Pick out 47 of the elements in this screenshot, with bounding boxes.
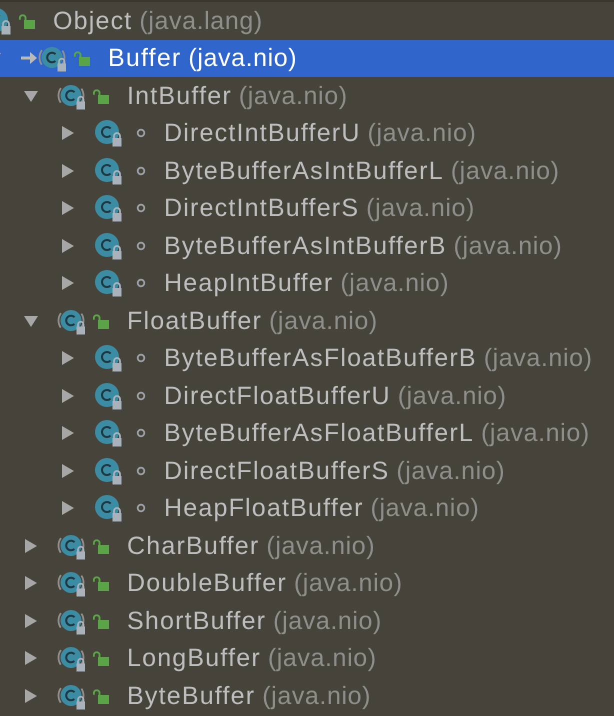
disclosure-triangle-icon[interactable] [60,162,76,179]
class-icon [94,194,124,222]
abstract-class-icon [57,569,87,598]
tree-item[interactable]: FloatBuffer (java.nio) [0,302,614,340]
tree-item[interactable]: ByteBufferAsIntBufferB (java.nio) [0,227,614,264]
tree-item[interactable]: HeapFloatBuffer (java.nio) [0,490,614,527]
tree-item[interactable]: ByteBufferAsFloatBufferL (java.nio) [0,414,614,452]
tree-item[interactable]: DirectIntBufferS (java.nio) [0,190,614,227]
abstract-class-icon [57,644,87,672]
class-icon [94,344,124,372]
disclosure-triangle-icon[interactable] [60,425,76,442]
tree-item[interactable]: DirectFloatBufferS (java.nio) [0,452,614,490]
disclosure-triangle-icon[interactable] [60,350,76,366]
tree-item[interactable]: DirectIntBufferU (java.nio) [0,114,614,152]
disclosure-triangle-icon[interactable] [23,575,39,592]
tree-item[interactable]: DoubleBuffer (java.nio) [0,564,614,602]
disclosure-triangle-icon[interactable] [23,688,39,704]
tree-item[interactable]: Buffer (java.nio) [0,40,614,77]
tree-item[interactable]: HeapIntBuffer (java.nio) [0,264,614,302]
class-icon [94,419,124,448]
disclosure-triangle-icon[interactable] [60,388,76,404]
tree-item[interactable]: Object (java.lang) [0,2,614,40]
tree-item[interactable]: ByteBufferAsFloatBufferB (java.nio) [0,340,614,377]
abstract-class-icon [38,44,68,72]
disclosure-triangle-icon[interactable] [23,612,39,629]
disclosure-triangle-icon[interactable] [23,538,39,554]
tree-item[interactable]: ByteBuffer (java.nio) [0,677,614,714]
tree-item[interactable]: CharBuffer (java.nio) [0,527,614,564]
tree-item[interactable]: ShortBuffer (java.nio) [0,602,614,640]
disclosure-triangle-icon[interactable] [60,238,76,254]
disclosure-triangle-icon[interactable] [23,650,39,666]
class-icon [94,269,124,298]
class-icon [94,232,124,260]
disclosure-triangle-icon[interactable] [60,125,76,142]
tree-item[interactable]: DirectFloatBufferU (java.nio) [0,377,614,414]
class-icon [94,119,124,148]
disclosure-triangle-icon[interactable] [60,275,76,292]
class-icon [94,382,124,410]
disclosure-triangle-icon[interactable] [60,200,76,216]
tree-item[interactable]: ByteBufferAsIntBufferL (java.nio) [0,152,614,190]
tree-item[interactable]: LongBuffer (java.nio) [0,640,614,677]
class-icon [94,156,124,185]
class-icon [94,456,124,485]
disclosure-triangle-icon[interactable] [60,500,76,516]
tree-item[interactable]: IntBuffer (java.nio) [0,77,614,114]
class-icon [94,494,124,522]
disclosure-triangle-icon[interactable] [60,462,76,479]
